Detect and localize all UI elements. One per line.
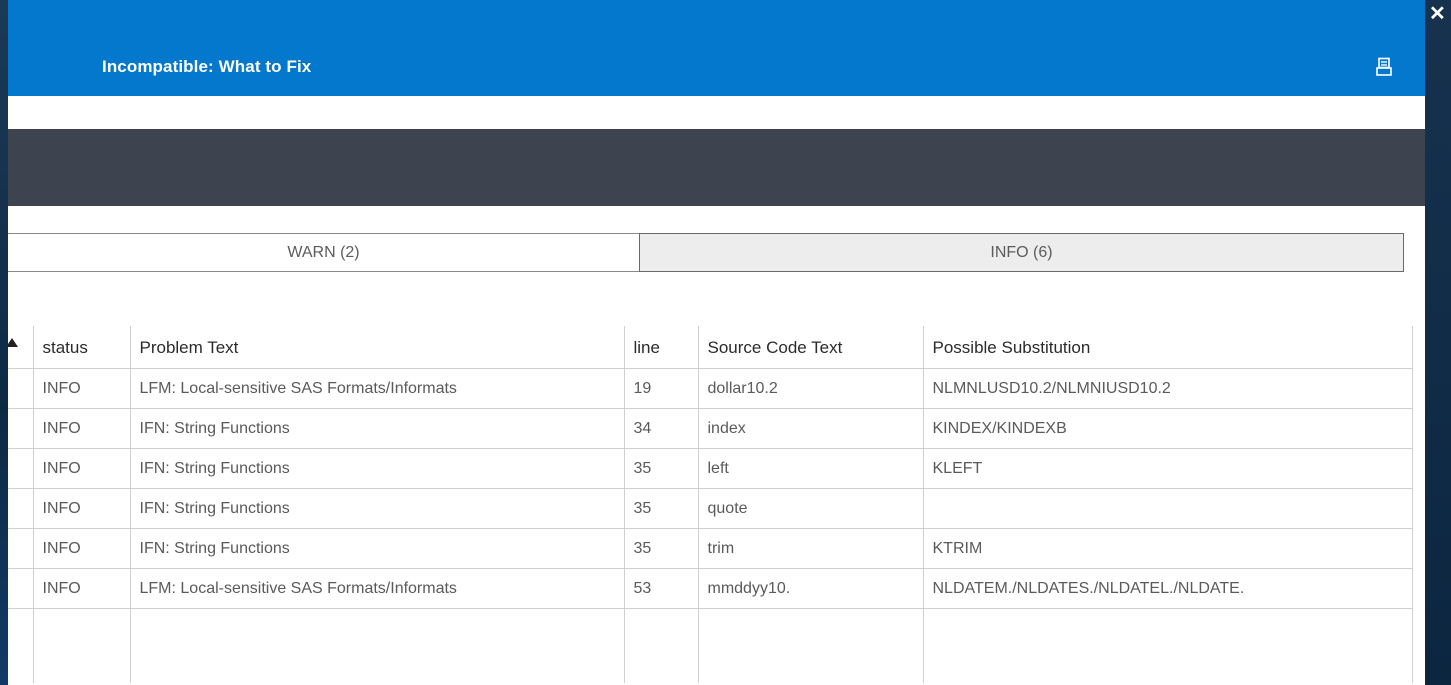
cell-line: 35 [624, 488, 699, 529]
cell-status: INFO [33, 368, 131, 409]
row-gutter [8, 368, 34, 409]
column-header-possible-substitution[interactable]: Possible Substitution [923, 326, 1413, 369]
cell-source-code-text: trim [698, 528, 924, 569]
cell-status: INFO [33, 568, 131, 609]
cell-source-code-text: index [698, 408, 924, 449]
tab-info[interactable]: INFO (6) [639, 233, 1404, 272]
table-row[interactable]: INFO IFN: String Functions 35 quote [8, 488, 1413, 529]
dialog-title: Incompatible: What to Fix [102, 57, 312, 76]
column-header-status[interactable]: status [33, 326, 131, 369]
issues-table: status Problem Text line Source Code Tex… [8, 326, 1413, 683]
toolbar-band [8, 129, 1425, 206]
tab-warn[interactable]: WARN (2) [8, 233, 640, 272]
row-gutter [8, 488, 34, 529]
background-left-edge [0, 0, 8, 685]
cell-possible-substitution [923, 488, 1413, 529]
cell-problem-text: LFM: Local-sensitive SAS Formats/Informa… [130, 568, 625, 609]
cell-line: 35 [624, 528, 699, 569]
row-gutter [8, 448, 34, 489]
table-row[interactable]: INFO IFN: String Functions 35 trim KTRIM [8, 528, 1413, 569]
cell-problem-text: IFN: String Functions [130, 528, 625, 569]
table-row[interactable]: INFO IFN: String Functions 34 index KIND… [8, 408, 1413, 449]
cell-line: 34 [624, 408, 699, 449]
row-gutter [8, 528, 34, 569]
cell-source-code-text: mmddyy10. [698, 568, 924, 609]
cell-source-code-text: left [698, 448, 924, 489]
cell-problem-text: IFN: String Functions [130, 488, 625, 529]
cell-possible-substitution: KTRIM [923, 528, 1413, 569]
cell-source-code-text: quote [698, 488, 924, 529]
column-header-source-code-text[interactable]: Source Code Text [698, 326, 924, 369]
table-row[interactable]: INFO IFN: String Functions 35 left KLEFT [8, 448, 1413, 489]
cell-source-code-text: dollar10.2 [698, 368, 924, 409]
cell-possible-substitution: KINDEX/KINDEXB [923, 408, 1413, 449]
cell-problem-text: LFM: Local-sensitive SAS Formats/Informa… [130, 368, 625, 409]
cell-possible-substitution: KLEFT [923, 448, 1413, 489]
cell-problem-text: IFN: String Functions [130, 448, 625, 489]
column-header-problem-text[interactable]: Problem Text [130, 326, 625, 369]
cell-possible-substitution: NLMNLUSD10.2/NLMNIUSD10.2 [923, 368, 1413, 409]
cell-problem-text: IFN: String Functions [130, 408, 625, 449]
background-right-edge [1425, 0, 1451, 685]
cell-status: INFO [33, 528, 131, 569]
cell-line: 35 [624, 448, 699, 489]
table-row[interactable]: INFO LFM: Local-sensitive SAS Formats/In… [8, 568, 1413, 609]
cell-line: 19 [624, 368, 699, 409]
row-gutter [8, 408, 34, 449]
cell-status: INFO [33, 448, 131, 489]
cell-status: INFO [33, 488, 131, 529]
column-header-sort[interactable] [8, 326, 34, 369]
dialog-titlebar: Incompatible: What to Fix [8, 0, 1425, 96]
row-gutter [8, 568, 34, 609]
cell-status: INFO [33, 408, 131, 449]
table-row[interactable]: INFO LFM: Local-sensitive SAS Formats/In… [8, 368, 1413, 409]
print-icon[interactable] [1376, 57, 1392, 77]
table-header-row: status Problem Text line Source Code Tex… [8, 326, 1413, 369]
dialog-window: Incompatible: What to Fix WARN (2) INFO … [8, 0, 1425, 685]
cell-line: 53 [624, 568, 699, 609]
cell-possible-substitution: NLDATEM./NLDATES./NLDATEL./NLDATE. [923, 568, 1413, 609]
column-header-line[interactable]: line [624, 326, 699, 369]
table-empty-row [8, 608, 1413, 683]
close-icon[interactable]: ✕ [1429, 4, 1446, 24]
